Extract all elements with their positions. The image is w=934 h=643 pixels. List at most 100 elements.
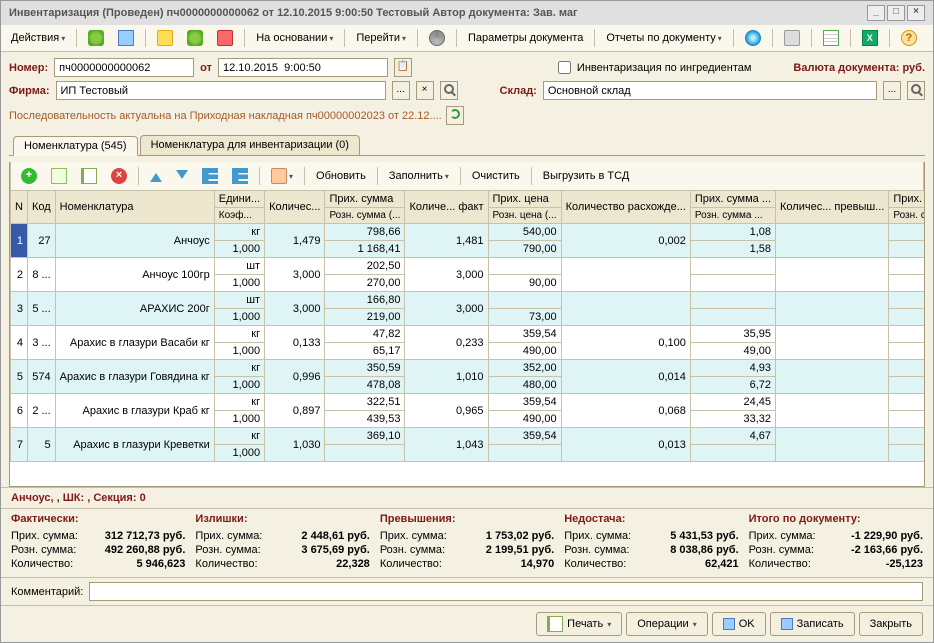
close-window-button[interactable]: Закрыть: [859, 612, 923, 636]
col-sum-retail[interactable]: Розн. сумма (...: [325, 208, 405, 224]
tb-post-icon[interactable]: [181, 27, 209, 49]
totals-fact: Фактически: Прих. сумма:312 712,73 руб. …: [11, 511, 185, 571]
header-form: Номер: от 📋 Инвентаризация по ингредиент…: [1, 52, 933, 162]
totals-panel: Фактически: Прих. сумма:312 712,73 руб. …: [1, 508, 933, 578]
firm-input[interactable]: [56, 81, 386, 100]
from-label: от: [200, 62, 212, 74]
based-on-menu[interactable]: На основании: [250, 29, 339, 47]
maximize-button[interactable]: □: [887, 5, 905, 21]
doc-reports-menu[interactable]: Отчеты по документу: [600, 29, 728, 47]
store-input[interactable]: [543, 81, 877, 100]
grid-toolbar: + × Обновить Заполнить Очистить Выгрузит…: [10, 162, 924, 190]
window-controls: _ □ ×: [867, 5, 925, 21]
table-row[interactable]: 35 ...АРАХИС 200гшт3,000166,803,000: [11, 292, 925, 309]
col-sum-retail-d[interactable]: Розн. сумма ...: [690, 208, 775, 224]
date-picker-button[interactable]: 📋: [394, 58, 412, 77]
grid-export-tsd-button[interactable]: Выгрузить в ТСД: [537, 167, 636, 185]
doc-params-button[interactable]: Параметры документа: [462, 29, 589, 47]
date-input[interactable]: [218, 58, 388, 77]
sequence-refresh-button[interactable]: [446, 106, 464, 125]
table-row[interactable]: 43 ...Арахис в глазури Васаби кгкг0,1334…: [11, 326, 925, 343]
grid-clear-button[interactable]: Очистить: [466, 167, 526, 185]
tb-new-icon[interactable]: [82, 27, 110, 49]
grid-panel: + × Обновить Заполнить Очистить Выгрузит…: [9, 162, 925, 487]
tb-copy-icon[interactable]: [112, 27, 140, 49]
totals-excess: Превышения: Прих. сумма:1 753,02 руб. Ро…: [380, 511, 554, 571]
tab-nomenclature[interactable]: Номенклатура (545): [13, 136, 138, 156]
currency-label: Валюта документа: руб.: [793, 62, 925, 74]
tab-inv-nomenclature[interactable]: Номенклатура для инвентаризации (0): [140, 135, 360, 155]
tb-help-icon[interactable]: ?: [895, 27, 923, 49]
col-sum-retail-over[interactable]: Розн. сумма превы...: [889, 208, 924, 224]
ingredients-checkbox[interactable]: Инвентаризация по ингредиентам: [554, 58, 752, 77]
firm-select-button[interactable]: ...: [392, 81, 410, 100]
ok-button[interactable]: OK: [712, 612, 766, 636]
row-edit-button[interactable]: [75, 165, 103, 187]
grid-refresh-button[interactable]: Обновить: [310, 167, 372, 185]
row-copy-button[interactable]: [45, 165, 73, 187]
row-sort-desc-button[interactable]: [226, 165, 254, 187]
tb-struct-icon[interactable]: [817, 27, 845, 49]
goto-menu[interactable]: Перейти: [350, 29, 412, 47]
col-qty-diff[interactable]: Количество расхожде...: [561, 191, 690, 224]
actions-menu[interactable]: Действия: [5, 29, 71, 47]
totals-over: Излишки: Прих. сумма:2 448,61 руб. Розн.…: [195, 511, 369, 571]
col-sum-in-over[interactable]: Прих. сумма превы...: [889, 191, 924, 208]
comment-input[interactable]: [89, 582, 923, 601]
tb-excel-icon[interactable]: X: [856, 27, 884, 49]
totals-doc: Итого по документу: Прих. сумма:-1 229,9…: [749, 511, 923, 571]
tb-attach-icon[interactable]: [778, 27, 806, 49]
col-sum-in[interactable]: Прих. сумма: [325, 191, 405, 208]
tabs: Номенклатура (545) Номенклатура для инве…: [9, 135, 925, 156]
print-button[interactable]: Печать: [536, 612, 622, 636]
main-toolbar: Действия На основании Перейти Параметры …: [1, 25, 933, 52]
close-button[interactable]: ×: [907, 5, 925, 21]
tb-refresh-icon[interactable]: [739, 27, 767, 49]
firm-search-button[interactable]: [440, 81, 458, 100]
col-n[interactable]: N: [11, 191, 28, 224]
store-select-button[interactable]: ...: [883, 81, 901, 100]
operations-button[interactable]: Операции: [626, 612, 707, 636]
tb-unpost-icon[interactable]: [211, 27, 239, 49]
col-price-in[interactable]: Прих. цена: [488, 191, 561, 208]
number-input[interactable]: [54, 58, 194, 77]
col-sum-in-d[interactable]: Прих. сумма ...: [690, 191, 775, 208]
app-window: Инвентаризация (Проведен) пч000000000006…: [0, 0, 934, 643]
store-search-button[interactable]: [907, 81, 925, 100]
grid-scroll[interactable]: N Код Номенклатура Едини... Количес... П…: [10, 190, 924, 486]
window-title: Инвентаризация (Проведен) пч000000000006…: [9, 7, 867, 19]
row-down-button[interactable]: [170, 164, 194, 188]
table-row[interactable]: 75Арахис в глазури Креветкикг1,030369,10…: [11, 428, 925, 445]
col-price-retail[interactable]: Розн. цена (...: [488, 208, 561, 224]
row-add-button[interactable]: +: [15, 165, 43, 187]
col-qty[interactable]: Количес...: [265, 191, 325, 224]
table-row[interactable]: 28 ...Анчоус 100гршт3,000202,503,000: [11, 258, 925, 275]
col-code[interactable]: Код: [27, 191, 55, 224]
col-qty-over[interactable]: Количес... превыш...: [776, 191, 889, 224]
save-button[interactable]: Записать: [770, 612, 855, 636]
table-row[interactable]: 62 ...Арахис в глазури Краб кгкг0,897322…: [11, 394, 925, 411]
col-nom[interactable]: Номенклатура: [55, 191, 214, 224]
col-qty-fact[interactable]: Количе... факт: [405, 191, 488, 224]
row-sort-asc-button[interactable]: [196, 165, 224, 187]
store-label: Склад:: [500, 85, 537, 97]
row-pick-button[interactable]: [265, 165, 299, 187]
row-delete-button[interactable]: ×: [105, 165, 133, 187]
row-up-button[interactable]: [144, 167, 168, 185]
data-grid[interactable]: N Код Номенклатура Едини... Количес... П…: [10, 190, 924, 462]
minimize-button[interactable]: _: [867, 5, 885, 21]
table-row[interactable]: 127Анчоускг1,479798,661,481540,000,0021,…: [11, 224, 925, 241]
sequence-note: Последовательность актуальна на Приходна…: [9, 104, 925, 127]
tb-goto-icon[interactable]: [151, 27, 179, 49]
grid-fill-button[interactable]: Заполнить: [383, 167, 455, 185]
current-row-info: Анчоус, , ШК: , Секция: 0: [1, 487, 933, 508]
tb-history-icon[interactable]: [423, 27, 451, 49]
comment-label: Комментарий:: [11, 586, 83, 598]
table-row[interactable]: 5574Арахис в глазури Говядина кгкг0,9963…: [11, 360, 925, 377]
col-unit[interactable]: Едини...: [214, 191, 264, 208]
col-coef[interactable]: Коэф...: [214, 208, 264, 224]
titlebar: Инвентаризация (Проведен) пч000000000006…: [1, 1, 933, 25]
firm-clear-button[interactable]: ×: [416, 81, 434, 100]
totals-short: Недостача: Прих. сумма:5 431,53 руб. Роз…: [564, 511, 738, 571]
comment-row: Комментарий:: [1, 578, 933, 605]
